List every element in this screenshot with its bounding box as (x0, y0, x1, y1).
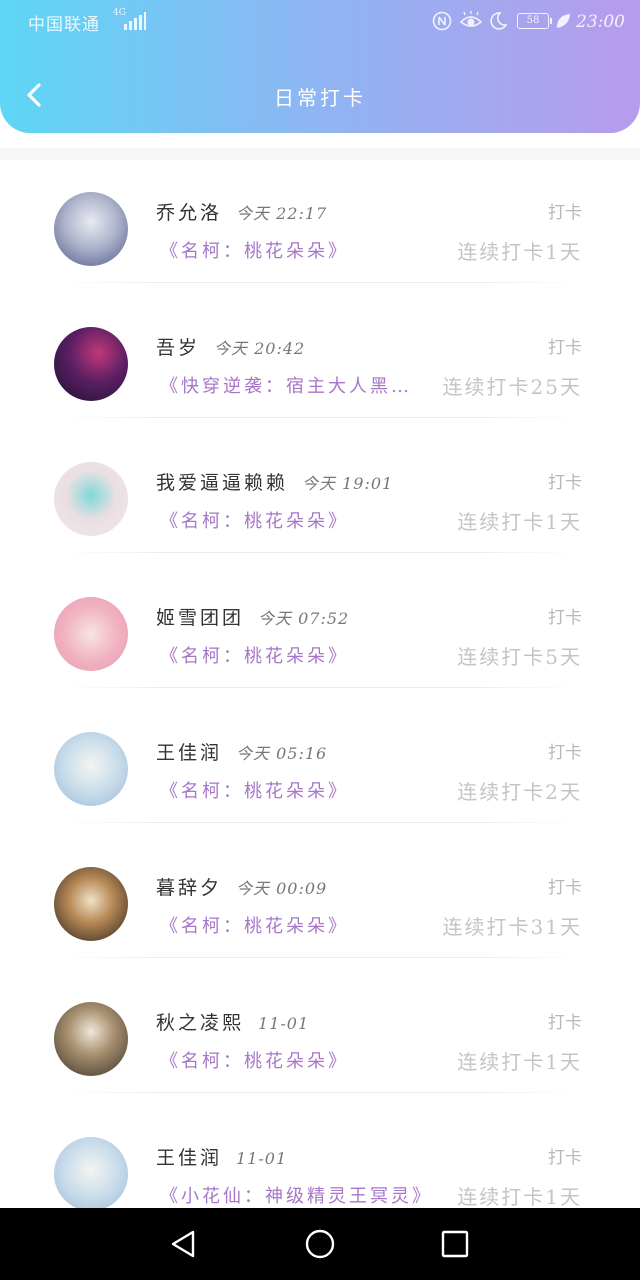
page-title: 日常打卡 (274, 86, 366, 110)
checkin-label: 打卡 (548, 203, 582, 223)
user-name[interactable]: 吾岁 (156, 337, 200, 359)
avatar[interactable] (54, 327, 128, 401)
book-title[interactable]: 《小花仙：神级精灵王冥灵》 (160, 1182, 433, 1208)
book-title[interactable]: 《快穿逆袭：宿主大人黑… (160, 372, 412, 398)
streak-count: 连续打卡31天 (442, 915, 582, 939)
list-item[interactable]: 王佳润 11-01 《小花仙：神级精灵王冥灵》 打卡 连续打卡1天 (0, 1093, 640, 1208)
list-item[interactable]: 乔允洛 今天 22:17 《名柯：桃花朵朵》 打卡 连续打卡1天 (0, 148, 640, 283)
book-title[interactable]: 《名柯：桃花朵朵》 (160, 507, 349, 533)
avatar[interactable] (54, 192, 128, 266)
recents-square-icon[interactable] (437, 1226, 473, 1262)
checkin-label: 打卡 (548, 1148, 582, 1168)
streak-count: 连续打卡1天 (457, 240, 582, 264)
streak-count: 连续打卡1天 (457, 510, 582, 534)
checkin-label: 打卡 (548, 1013, 582, 1033)
book-title[interactable]: 《名柯：桃花朵朵》 (160, 1047, 349, 1073)
user-name[interactable]: 姬雪团团 (156, 607, 244, 629)
checkin-time: 今天 20:42 (214, 339, 306, 358)
user-name[interactable]: 王佳润 (156, 742, 222, 764)
moon-icon (490, 12, 508, 30)
streak-count: 连续打卡1天 (457, 1050, 582, 1074)
avatar[interactable] (54, 462, 128, 536)
list-item[interactable]: 王佳润 今天 05:16 《名柯：桃花朵朵》 打卡 连续打卡2天 (0, 688, 640, 823)
signal-icon (124, 12, 146, 30)
streak-count: 连续打卡5天 (457, 645, 582, 669)
checkin-time: 今天 19:01 (302, 474, 394, 493)
list-item[interactable]: 我爱逼逼赖赖 今天 19:01 《名柯：桃花朵朵》 打卡 连续打卡1天 (0, 418, 640, 553)
avatar[interactable] (54, 597, 128, 671)
checkin-label: 打卡 (548, 608, 582, 628)
system-nav-bar (0, 1208, 640, 1280)
leaf-icon (557, 14, 570, 28)
streak-count: 连续打卡25天 (442, 375, 582, 399)
checkin-time: 今天 05:16 (236, 744, 328, 763)
carrier-label: 中国联通 (28, 15, 100, 35)
user-name[interactable]: 乔允洛 (156, 202, 222, 224)
checkin-time: 今天 07:52 (258, 609, 350, 628)
book-title[interactable]: 《名柯：桃花朵朵》 (160, 642, 349, 668)
streak-count: 连续打卡1天 (457, 1185, 582, 1208)
list-item[interactable]: 秋之凌熙 11-01 《名柯：桃花朵朵》 打卡 连续打卡1天 (0, 958, 640, 1093)
checkin-label: 打卡 (548, 878, 582, 898)
user-name[interactable]: 暮辞夕 (156, 877, 222, 899)
header-bar: 中国联通 4G 58 23:00 日常打卡 (0, 0, 640, 133)
checkin-label: 打卡 (548, 473, 582, 493)
checkin-time: 今天 00:09 (236, 879, 328, 898)
list-item[interactable]: 暮辞夕 今天 00:09 《名柯：桃花朵朵》 打卡 连续打卡31天 (0, 823, 640, 958)
checkin-label: 打卡 (548, 743, 582, 763)
eye-comfort-icon (459, 11, 483, 27)
avatar[interactable] (54, 1137, 128, 1208)
back-triangle-icon[interactable] (165, 1226, 201, 1262)
list-item[interactable]: 姬雪团团 今天 07:52 《名柯：桃花朵朵》 打卡 连续打卡5天 (0, 553, 640, 688)
checkin-time: 今天 22:17 (236, 204, 328, 223)
checkin-list[interactable]: 乔允洛 今天 22:17 《名柯：桃花朵朵》 打卡 连续打卡1天 吾岁 今天 20:… (0, 148, 640, 1208)
streak-count: 连续打卡2天 (457, 780, 582, 804)
user-name[interactable]: 秋之凌熙 (156, 1012, 244, 1034)
book-title[interactable]: 《名柯：桃花朵朵》 (160, 237, 349, 263)
battery-icon: 58 (517, 13, 552, 29)
status-bar: 中国联通 4G 58 23:00 (0, 0, 640, 44)
book-title[interactable]: 《名柯：桃花朵朵》 (160, 912, 349, 938)
checkin-time: 11-01 (258, 1014, 310, 1033)
list-item[interactable]: 吾岁 今天 20:42 《快穿逆袭：宿主大人黑… 打卡 连续打卡25天 (0, 283, 640, 418)
nfc-icon (432, 11, 452, 31)
avatar[interactable] (54, 1002, 128, 1076)
checkin-time: 11-01 (236, 1149, 288, 1168)
checkin-label: 打卡 (548, 338, 582, 358)
home-circle-icon[interactable] (302, 1226, 338, 1262)
book-title[interactable]: 《名柯：桃花朵朵》 (160, 777, 349, 803)
user-name[interactable]: 王佳润 (156, 1147, 222, 1169)
avatar[interactable] (54, 732, 128, 806)
avatar[interactable] (54, 867, 128, 941)
clock: 23:00 (576, 12, 625, 32)
user-name[interactable]: 我爱逼逼赖赖 (156, 472, 288, 494)
